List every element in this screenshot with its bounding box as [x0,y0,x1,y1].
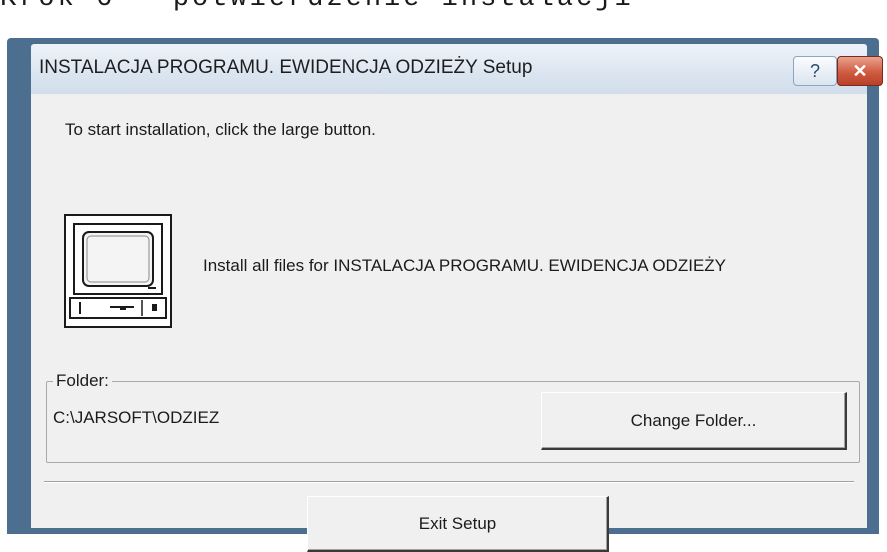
instruction-text: To start installation, click the large b… [65,120,376,139]
change-folder-button[interactable]: Change Folder... [541,392,847,450]
help-button[interactable]: ? [793,56,837,86]
window-title: INSTALACJA PROGRAMU. EWIDENCJA ODZIEŻY S… [39,57,533,78]
separator [44,481,854,483]
folder-group-label: Folder: [53,371,112,391]
install-description: Install all files for INSTALACJA PROGRAM… [203,256,727,275]
folder-path: C:\JARSOFT\ODZIEZ [53,408,220,427]
title-bar[interactable]: INSTALACJA PROGRAMU. EWIDENCJA ODZIEŻY S… [31,44,883,94]
computer-icon [69,223,167,319]
dialog-body: To start installation, click the large b… [31,94,867,552]
setup-window: INSTALACJA PROGRAMU. EWIDENCJA ODZIEŻY S… [7,38,883,552]
install-button[interactable] [64,214,172,328]
close-button[interactable]: ✕ [837,56,883,86]
page-heading: Krok 6 – potwierdzenie instalacji [0,0,634,14]
